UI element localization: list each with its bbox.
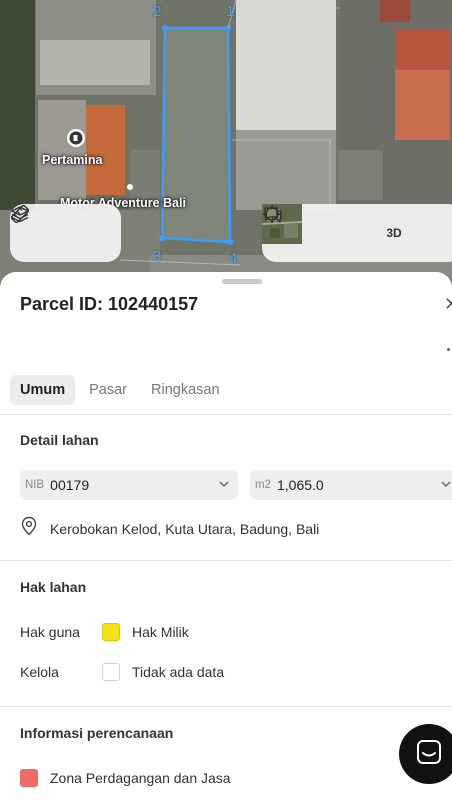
color-swatch	[102, 623, 120, 641]
area-select[interactable]: m2 1,065.0	[250, 470, 452, 500]
rights-value: Tidak ada data	[132, 664, 225, 680]
vertex-label-3: 3	[153, 248, 162, 265]
divider	[0, 560, 452, 561]
chevron-down-icon	[218, 477, 230, 496]
3d-toggle-button[interactable]: 3D	[382, 226, 406, 240]
color-swatch	[102, 663, 120, 681]
detail-heading: Detail lahan	[20, 432, 99, 448]
area-value: 1,065.0	[276, 477, 324, 493]
map-controls-group: 3D	[262, 204, 452, 262]
divider	[0, 414, 452, 415]
planning-heading: Informasi perencanaan	[20, 725, 174, 741]
zone-row: Zona Perdagangan dan Jasa	[20, 769, 231, 787]
parcel-bottom-sheet: Parcel ID: 102440157 ✕ Umum Pasar Ringka…	[0, 272, 452, 804]
vertex-label-4: 4	[229, 250, 238, 267]
tab-umum[interactable]: Umum	[10, 375, 76, 405]
tab-bar: Umum Pasar Ringkasan	[10, 375, 230, 405]
nib-value: 00179	[50, 477, 90, 493]
comment-icon[interactable]	[264, 207, 452, 248]
area-prefix: m2	[255, 479, 271, 491]
map-pin-icon	[20, 516, 38, 541]
location-text: Kerobokan Kelod, Kuta Utara, Badung, Bal…	[50, 520, 320, 537]
divider	[0, 706, 452, 707]
tab-ringkasan[interactable]: Ringkasan	[141, 375, 230, 405]
chevron-down-icon	[440, 477, 452, 496]
map-tools-group	[10, 204, 121, 262]
more-icon[interactable]	[447, 348, 450, 351]
parcel-title: Parcel ID: 102440157	[20, 294, 199, 314]
rights-label: Hak guna	[20, 624, 80, 640]
chat-icon	[416, 739, 442, 770]
layers-icon[interactable]	[11, 206, 57, 248]
map-view[interactable]: Pertamina Motor Adventure Bali 1 2 3 4 3…	[0, 0, 452, 290]
rights-row-hak-guna: Hak guna Hak Milik	[20, 623, 189, 641]
vertex-label-2: 2	[153, 3, 162, 20]
drag-handle[interactable]	[222, 279, 262, 284]
chat-button[interactable]	[399, 724, 452, 784]
color-swatch	[20, 769, 38, 787]
rights-label: Kelola	[20, 664, 59, 680]
close-icon[interactable]: ✕	[444, 294, 452, 315]
vertex-label-1: 1	[226, 3, 235, 20]
crosshair-icon[interactable]	[263, 205, 362, 248]
tab-pasar[interactable]: Pasar	[79, 375, 137, 405]
poi-label-pertamina[interactable]: Pertamina	[42, 153, 102, 167]
zone-label: Zona Perdagangan dan Jasa	[50, 770, 231, 786]
rights-value: Hak Milik	[132, 624, 189, 640]
nib-prefix: NIB	[25, 479, 45, 491]
rights-row-kelola: Kelola Tidak ada data	[20, 663, 224, 681]
rights-heading: Hak lahan	[20, 579, 87, 595]
ruler-icon[interactable]	[10, 204, 104, 248]
location-row: Kerobokan Kelod, Kuta Utara, Badung, Bal…	[20, 516, 319, 541]
nib-select[interactable]: NIB 00179	[20, 470, 238, 500]
